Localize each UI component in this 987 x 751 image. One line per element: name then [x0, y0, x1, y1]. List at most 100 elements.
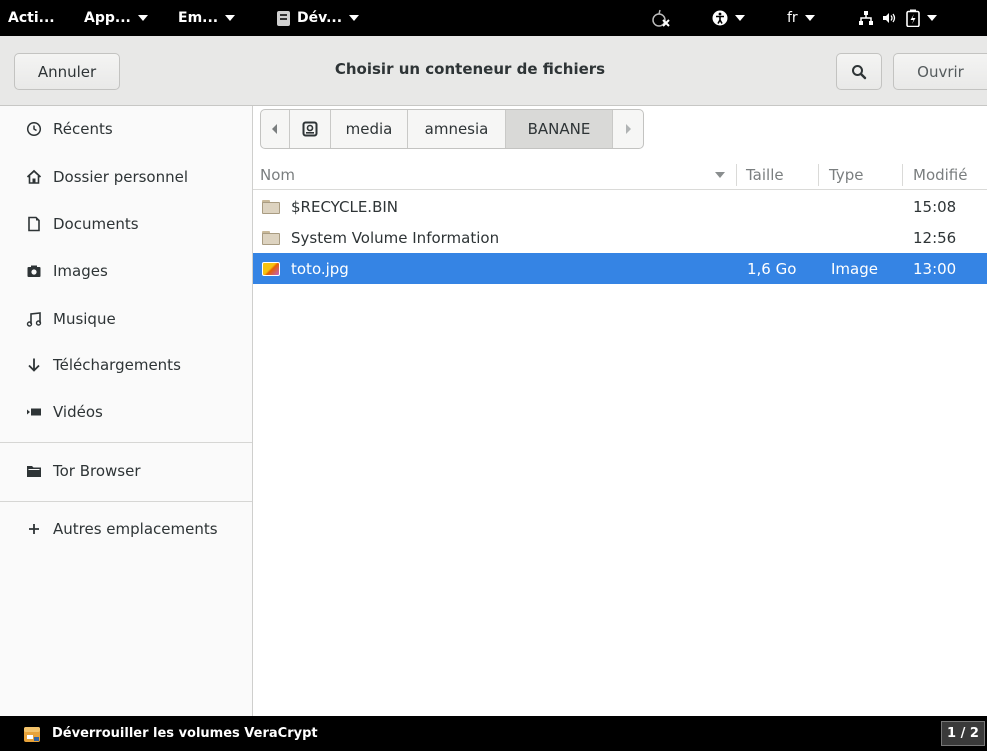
chevron-left-icon [272, 124, 277, 134]
accessibility-menu[interactable] [712, 0, 745, 36]
plus-icon [25, 520, 43, 538]
column-divider [818, 164, 819, 186]
image-file-icon [262, 261, 280, 276]
chevron-down-icon [735, 15, 745, 21]
home-icon [25, 168, 43, 186]
folder-icon [262, 199, 280, 214]
file-row-recycle-bin[interactable]: $RECYCLE.BIN 15:08 [253, 191, 987, 222]
chevron-down-icon [349, 15, 360, 21]
column-header-label: Modifié [913, 165, 968, 184]
column-header-size[interactable]: Taille [746, 160, 784, 189]
file-name: System Volume Information [291, 228, 500, 247]
open-button[interactable]: Ouvrir [893, 53, 987, 90]
clock-icon [25, 120, 43, 138]
column-header-label: Taille [746, 165, 784, 184]
app-menu-label: Dév... [297, 10, 343, 26]
path-bar: media amnesia BANANE [260, 109, 644, 149]
places-menu[interactable]: Em... [178, 0, 236, 36]
sidebar-item-recent[interactable]: Récents [0, 109, 252, 149]
file-type: Image [831, 259, 878, 278]
column-header-modified[interactable]: Modifié [913, 160, 968, 189]
sidebar-item-documents[interactable]: Documents [0, 204, 252, 244]
cancel-button-label: Annuler [37, 62, 97, 81]
veracrypt-icon [24, 726, 40, 742]
chevron-right-icon [626, 124, 631, 134]
file-size: 1,6 Go [747, 259, 797, 278]
places-sidebar: Récents Dossier personnel Documents Imag… [0, 106, 253, 716]
camera-icon [25, 262, 43, 280]
path-scroll-left-button[interactable] [261, 110, 290, 148]
sidebar-item-label: Dossier personnel [53, 168, 189, 186]
activities-label: Acti... [8, 10, 55, 26]
path-segment-label: media [345, 120, 393, 138]
sidebar-item-home[interactable]: Dossier personnel [0, 157, 252, 197]
path-segment-label: amnesia [424, 120, 489, 138]
places-label: Em... [178, 10, 219, 26]
path-segment-amnesia[interactable]: amnesia [408, 110, 506, 148]
dialog-title: Choisir un conteneur de fichiers [334, 60, 606, 78]
sidebar-item-label: Musique [53, 310, 116, 328]
app-menu[interactable]: Dév... [277, 0, 360, 36]
path-scroll-right-button[interactable] [613, 110, 643, 148]
search-icon [852, 64, 867, 79]
file-list-header: Nom Taille Type Modifié [253, 160, 987, 190]
column-header-label: Nom [260, 165, 296, 184]
path-segment-media[interactable]: media [331, 110, 408, 148]
sort-indicator-icon [715, 160, 725, 189]
drive-icon [302, 121, 318, 137]
sidebar-item-label: Images [53, 262, 108, 280]
column-header-name[interactable]: Nom [260, 160, 295, 189]
taskbar-window-label: Déverrouiller les volumes VeraCrypt [52, 726, 318, 741]
file-modified: 15:08 [913, 197, 957, 216]
column-divider [736, 164, 737, 186]
sidebar-item-other-locations[interactable]: Autres emplacements [0, 509, 252, 549]
activities-button[interactable]: Acti... [8, 0, 55, 36]
chevron-down-icon [225, 15, 236, 21]
sidebar-item-label: Autres emplacements [53, 520, 218, 538]
volume-icon[interactable] [881, 0, 897, 36]
file-modified: 13:00 [913, 259, 957, 278]
download-icon [25, 356, 43, 374]
column-header-label: Type [829, 165, 864, 184]
language-label: fr [787, 10, 798, 26]
tor-status-icon[interactable] [650, 0, 672, 36]
top-panel: Acti... App... Em... Dév... fr [0, 0, 987, 36]
chevron-down-icon [927, 15, 937, 21]
sidebar-item-label: Vidéos [53, 403, 103, 421]
sidebar-item-tor-browser[interactable]: Tor Browser [0, 451, 252, 491]
file-row-toto-jpg[interactable]: toto.jpg 1,6 Go Image 13:00 [253, 253, 987, 284]
video-icon [25, 403, 43, 421]
sidebar-item-images[interactable]: Images [0, 251, 252, 291]
network-icon[interactable] [858, 0, 874, 36]
sidebar-item-downloads[interactable]: Téléchargements [0, 345, 252, 385]
chevron-down-icon [137, 15, 148, 21]
taskbar-window-veracrypt[interactable]: Déverrouiller les volumes VeraCrypt [0, 716, 318, 751]
sidebar-item-videos[interactable]: Vidéos [0, 392, 252, 432]
workspace-label: 1 / 2 [947, 726, 979, 741]
system-menu[interactable] [906, 0, 937, 36]
column-divider [902, 164, 903, 186]
sidebar-item-label: Tor Browser [53, 462, 141, 480]
cancel-button[interactable]: Annuler [14, 53, 120, 90]
file-name: toto.jpg [291, 259, 349, 278]
file-modified: 12:56 [913, 228, 957, 247]
path-root-button[interactable] [290, 110, 331, 148]
document-icon [25, 215, 43, 233]
folder-icon [262, 230, 280, 245]
sidebar-item-label: Téléchargements [53, 356, 181, 374]
sidebar-item-label: Documents [53, 215, 139, 233]
file-name: $RECYCLE.BIN [291, 197, 399, 216]
file-row-system-volume-information[interactable]: System Volume Information 12:56 [253, 222, 987, 253]
applications-label: App... [84, 10, 131, 26]
open-button-label: Ouvrir [917, 62, 964, 81]
path-segment-label: BANANE [527, 120, 591, 138]
sidebar-item-music[interactable]: Musique [0, 299, 252, 339]
chevron-down-icon [804, 15, 815, 21]
language-menu[interactable]: fr [787, 0, 815, 36]
dialog-headerbar: Annuler Choisir un conteneur de fichiers… [0, 36, 987, 106]
path-segment-banane[interactable]: BANANE [506, 110, 613, 148]
workspace-indicator[interactable]: 1 / 2 [941, 721, 985, 746]
applications-menu[interactable]: App... [84, 0, 148, 36]
search-button[interactable] [836, 53, 882, 90]
column-header-type[interactable]: Type [829, 160, 863, 189]
